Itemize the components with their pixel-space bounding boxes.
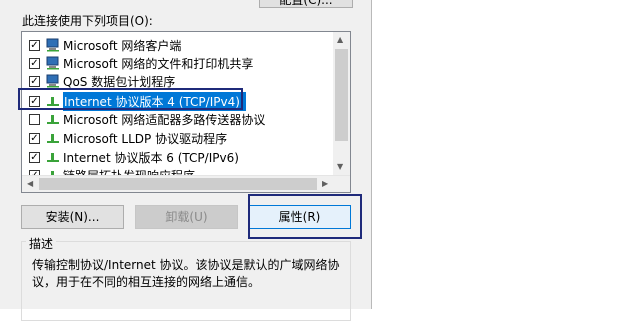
- protocol-icon: [47, 115, 59, 124]
- network-client-icon: [46, 74, 59, 88]
- list-label: 此连接使用下列项目(O):: [22, 14, 153, 28]
- list-item-label: Internet 协议版本 4 (TCP/IPv4): [63, 91, 246, 111]
- scroll-thumb[interactable]: [39, 178, 317, 190]
- components-listbox[interactable]: ✓ Microsoft 网络客户端 ✓ Microsoft 网络的文件和打印机共…: [21, 31, 351, 193]
- network-client-icon: [46, 38, 59, 52]
- description-title: 描述: [26, 235, 57, 252]
- scroll-left-icon[interactable]: ◀: [27, 179, 33, 188]
- protocol-icon: [47, 153, 59, 162]
- description-text: 传输控制协议/Internet 协议。该协议是默认的广域网络协议，用于在不同的相…: [32, 258, 340, 289]
- list-item-ms-client[interactable]: ✓ Microsoft 网络客户端: [22, 36, 335, 54]
- install-button[interactable]: 安装(N)...: [21, 205, 124, 229]
- uninstall-button[interactable]: 卸载(U): [135, 205, 238, 229]
- network-client-icon: [46, 56, 59, 70]
- checkbox[interactable]: ✓: [29, 75, 40, 87]
- horizontal-scrollbar[interactable]: ◀ ▶: [22, 175, 350, 192]
- network-properties-dialog: 配置(C)... 此连接使用下列项目(O): ✓ Microsoft 网络客户端…: [0, 0, 372, 321]
- list-item-ipv4[interactable]: ✓ Internet 协议版本 4 (TCP/IPv4): [22, 91, 335, 111]
- checkbox[interactable]: ✓: [29, 132, 40, 144]
- list-item-multiplexor[interactable]: Microsoft 网络适配器多路传送器协议: [22, 110, 335, 128]
- protocol-icon: [47, 134, 59, 143]
- list-item-label: Microsoft LLDP 协议驱动程序: [63, 131, 228, 146]
- protocol-icon: [47, 97, 59, 106]
- vertical-scrollbar[interactable]: ▲ ▼: [333, 32, 350, 175]
- checkbox[interactable]: ✓: [29, 95, 40, 107]
- scroll-right-icon[interactable]: ▶: [322, 179, 328, 188]
- list-item-label: Microsoft 网络客户端: [63, 38, 182, 53]
- list-item-label: Microsoft 网络的文件和打印机共享: [63, 56, 254, 71]
- checkbox[interactable]: ✓: [29, 57, 40, 69]
- scroll-up-icon[interactable]: ▲: [337, 35, 343, 44]
- list-item-qos[interactable]: ✓ QoS 数据包计划程序: [22, 72, 335, 90]
- scroll-down-icon[interactable]: ▼: [337, 162, 343, 171]
- scroll-thumb[interactable]: [335, 49, 348, 141]
- checkbox[interactable]: [29, 113, 40, 125]
- checkbox[interactable]: ✓: [29, 151, 40, 163]
- list-item-ipv6[interactable]: ✓ Internet 协议版本 6 (TCP/IPv6): [22, 148, 335, 166]
- checkbox[interactable]: ✓: [29, 39, 40, 51]
- list-item-label: QoS 数据包计划程序: [63, 74, 176, 89]
- list-item-label: Microsoft 网络适配器多路传送器协议: [63, 112, 266, 127]
- list-item-lldp[interactable]: ✓ Microsoft LLDP 协议驱动程序: [22, 129, 335, 147]
- configure-button[interactable]: 配置(C)...: [259, 0, 353, 8]
- properties-button[interactable]: 属性(R): [248, 205, 351, 229]
- list-item-label: Internet 协议版本 6 (TCP/IPv6): [63, 150, 239, 165]
- list-item-file-printer-sharing[interactable]: ✓ Microsoft 网络的文件和打印机共享: [22, 54, 335, 72]
